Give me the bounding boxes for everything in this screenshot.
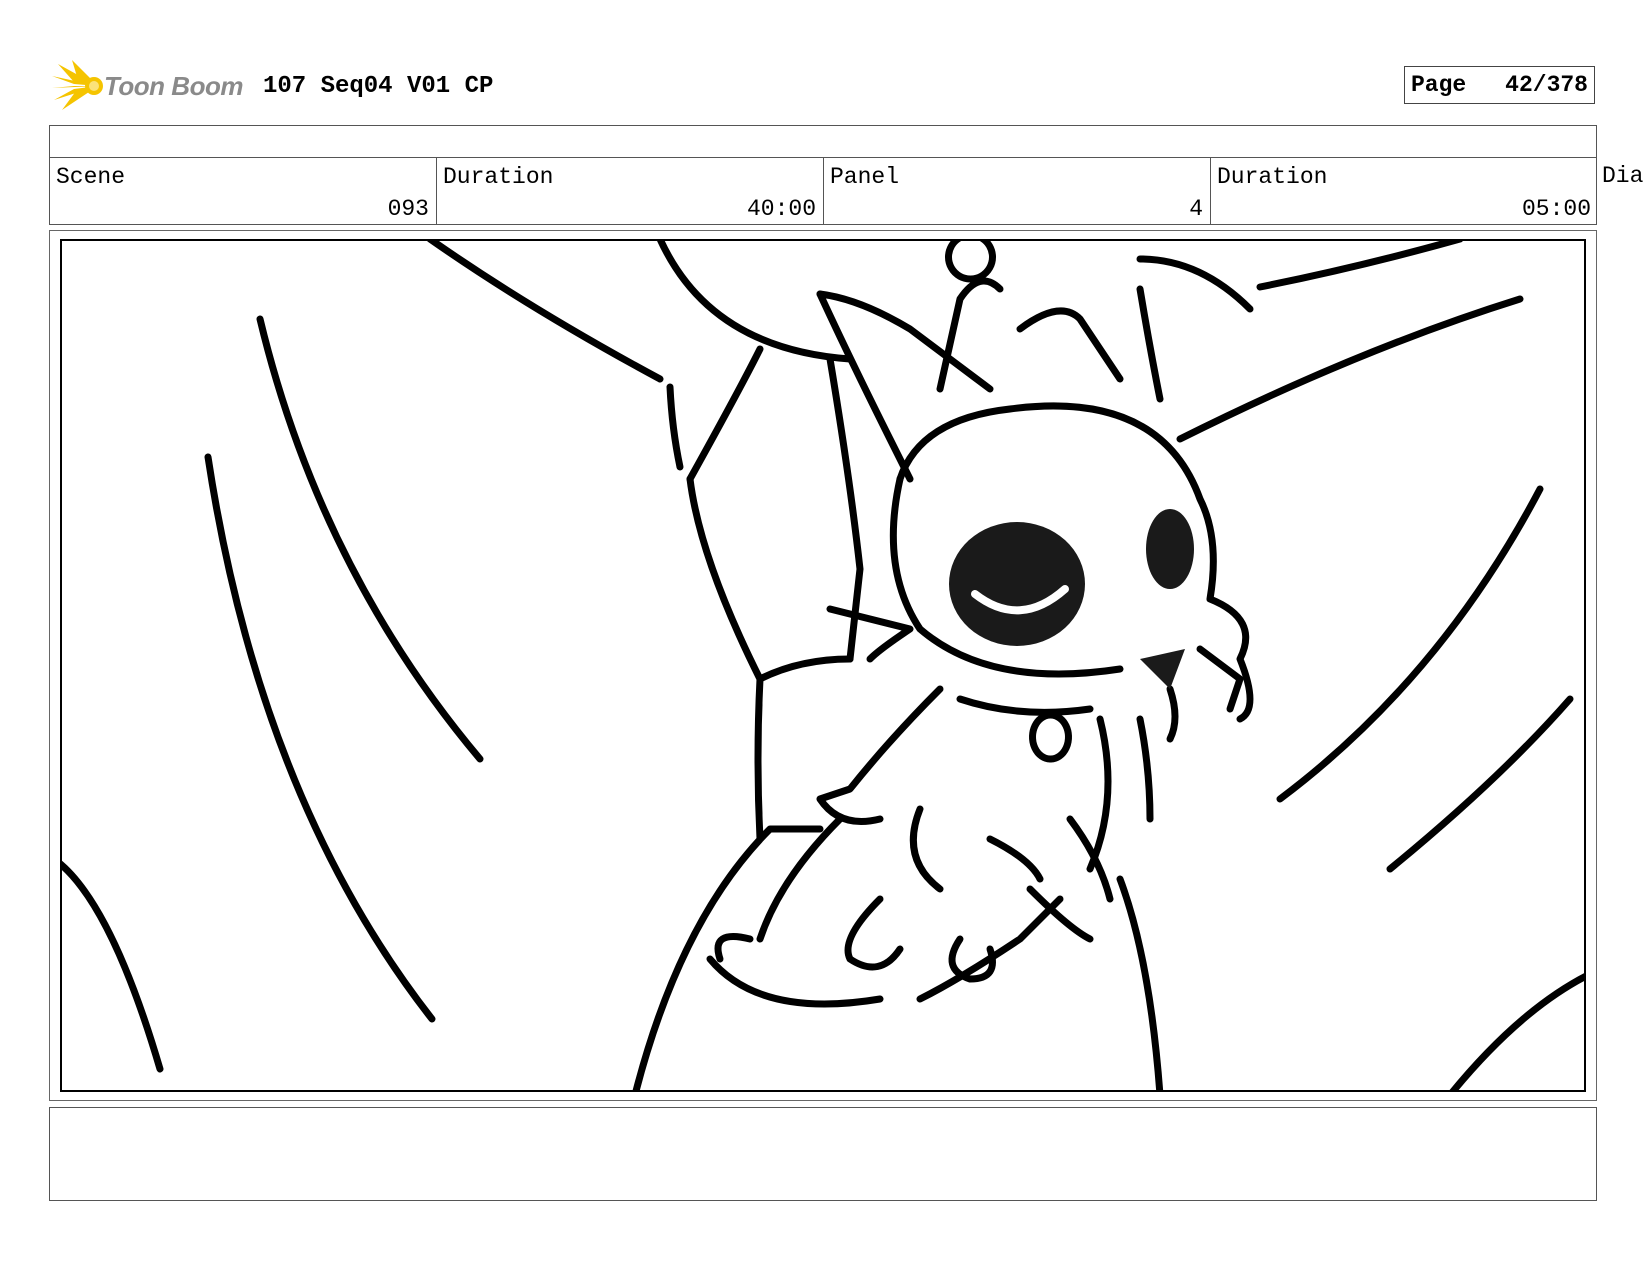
panel-value: 4 (1189, 196, 1203, 222)
panel-cell: Panel 4 (824, 158, 1211, 224)
storyboard-sketch (60, 239, 1586, 1092)
scene-duration-value: 40:00 (746, 196, 816, 222)
scene-label: Scene (56, 164, 126, 190)
panel-duration-value: 05:00 (1521, 196, 1591, 222)
header: Toon Boom 107 Seq04 V01 CP (52, 56, 493, 116)
page-label: Page (1411, 72, 1467, 98)
toon-boom-logo: Toon Boom (52, 56, 243, 116)
document-title: 107 Seq04 V01 CP (262, 72, 494, 100)
scene-duration-label: Duration (443, 164, 554, 190)
info-row: Scene 093 Duration 40:00 Panel 4 Duratio… (49, 157, 1597, 225)
notes-band (49, 125, 1597, 158)
dialogue-box (49, 1107, 1597, 1201)
scene-value: 093 (387, 196, 429, 222)
dialogue-label: Dia (1602, 163, 1644, 189)
panel-label: Panel (830, 164, 900, 190)
scene-duration-cell: Duration 40:00 (437, 158, 824, 224)
sunburst-icon (52, 60, 103, 110)
page-number: 42/378 (1505, 72, 1588, 98)
scene-cell: Scene 093 (50, 158, 437, 224)
panel-duration-cell: Duration 05:00 (1211, 158, 1598, 224)
page-indicator: Page 42/378 (1404, 66, 1595, 104)
panel-frame (49, 230, 1597, 1101)
logo-text: Toon Boom (104, 70, 243, 101)
panel-duration-label: Duration (1217, 164, 1328, 190)
